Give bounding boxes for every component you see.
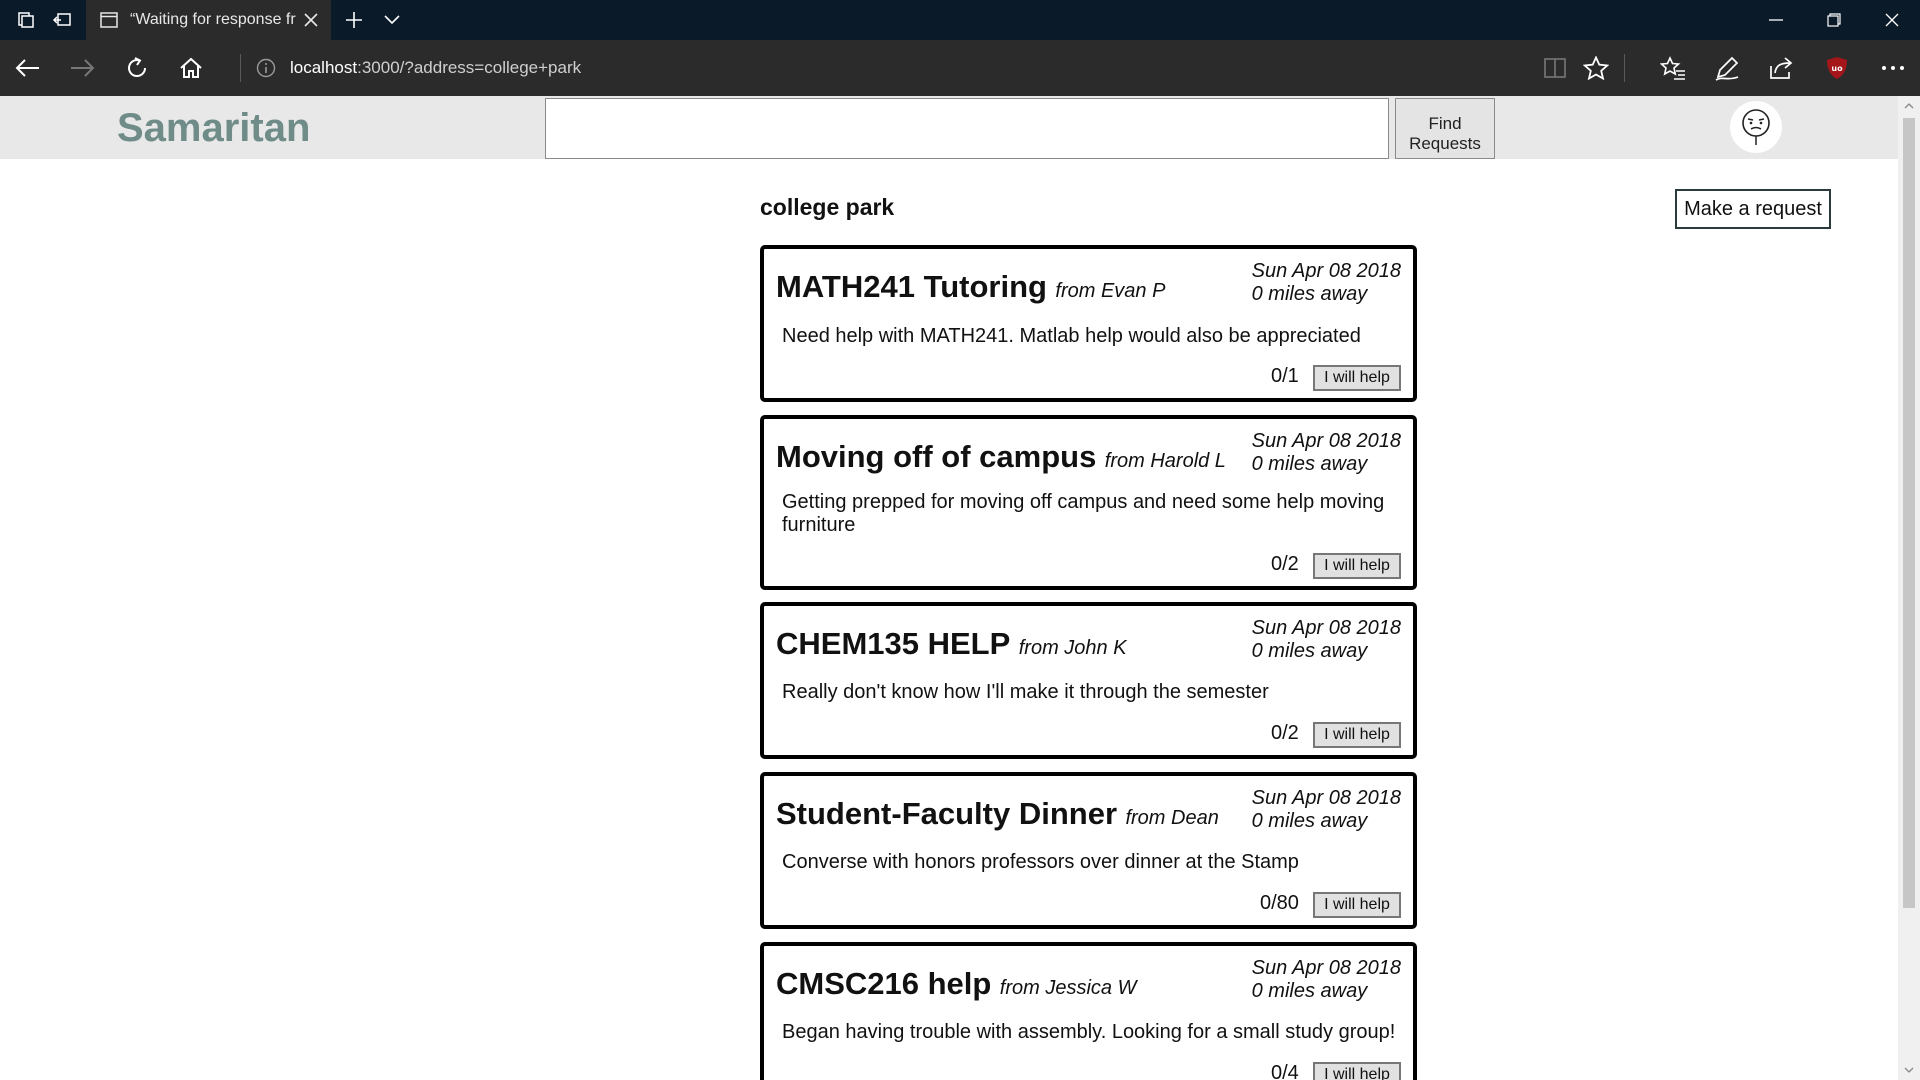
close-window-icon[interactable]: [1864, 0, 1920, 40]
close-tab-icon[interactable]: [301, 10, 321, 30]
request-card: CMSC216 help from Jessica W Sun Apr 08 2…: [760, 942, 1417, 1080]
request-meta: Sun Apr 08 2018 0 miles away: [1252, 617, 1401, 663]
address-url: localhost:3000/?address=college+park: [290, 58, 581, 78]
request-volunteer-count: 0/2: [1271, 722, 1299, 744]
site-info-icon[interactable]: [256, 58, 276, 78]
restore-icon[interactable]: [1806, 0, 1862, 40]
request-meta: Sun Apr 08 2018 0 miles away: [1252, 260, 1401, 306]
request-meta: Sun Apr 08 2018 0 miles away: [1252, 787, 1401, 833]
request-title-line: CMSC216 help from Jessica W: [776, 966, 1136, 1002]
set-aside-tabs-icon[interactable]: [44, 0, 80, 40]
browser-tab[interactable]: “Waiting for response fr: [86, 0, 331, 40]
i-will-help-button[interactable]: I will help: [1313, 722, 1401, 748]
avatar[interactable]: [1730, 101, 1782, 153]
request-author: from John K: [1018, 637, 1127, 659]
minimize-icon[interactable]: [1748, 0, 1804, 40]
i-will-help-button[interactable]: I will help: [1313, 553, 1401, 579]
request-title: Moving off of campus: [776, 439, 1097, 474]
scroll-down-arrow-icon[interactable]: [1898, 1060, 1920, 1080]
address-search-input[interactable]: [545, 98, 1389, 159]
request-date: Sun Apr 08 2018: [1251, 617, 1401, 639]
request-title-line: Student-Faculty Dinner from Dean: [776, 796, 1219, 832]
request-title: MATH241 Tutoring: [776, 269, 1047, 304]
request-volunteer-count: 0/2: [1271, 553, 1299, 575]
request-distance: 0 miles away: [1251, 980, 1368, 1002]
request-title-line: CHEM135 HELP from John K: [776, 626, 1127, 662]
page-scrollbar[interactable]: [1898, 96, 1920, 1080]
svg-text:uo: uo: [1831, 64, 1843, 73]
refresh-icon[interactable]: [110, 40, 164, 96]
request-description: Converse with honors professors over din…: [782, 851, 1299, 873]
page-icon: [100, 12, 118, 28]
request-description: Getting prepped for moving off campus an…: [782, 491, 1385, 536]
request-card: Moving off of campus from Harold L Sun A…: [760, 415, 1417, 590]
request-title-line: MATH241 Tutoring from Evan P: [776, 269, 1165, 305]
location-heading: college park: [760, 194, 895, 220]
favorite-star-icon[interactable]: [1569, 40, 1623, 96]
brand-logo[interactable]: Samaritan: [117, 106, 310, 151]
request-description: Need help with MATH241. Matlab help woul…: [782, 325, 1361, 347]
request-card: CHEM135 HELP from John K Sun Apr 08 2018…: [760, 602, 1417, 759]
home-icon[interactable]: [164, 40, 218, 96]
i-will-help-button[interactable]: I will help: [1313, 892, 1401, 918]
find-label-line2: Requests: [1409, 133, 1481, 153]
request-meta: Sun Apr 08 2018 0 miles away: [1252, 430, 1401, 476]
find-label-line1: Find: [1428, 113, 1462, 133]
request-date: Sun Apr 08 2018: [1251, 957, 1401, 979]
scroll-up-arrow-icon[interactable]: [1898, 96, 1920, 116]
request-author: from Jessica W: [999, 977, 1137, 999]
address-host: localhost: [290, 58, 358, 77]
share-icon[interactable]: [1754, 40, 1808, 96]
request-distance: 0 miles away: [1251, 283, 1368, 305]
i-will-help-button[interactable]: I will help: [1313, 1062, 1401, 1080]
request-meta: Sun Apr 08 2018 0 miles away: [1252, 957, 1401, 1003]
page-viewport: Samaritan Find Requests college park Make…: [0, 96, 1898, 1080]
request-distance: 0 miles away: [1251, 640, 1368, 662]
more-options-icon[interactable]: [1866, 40, 1920, 96]
ublock-extension-icon[interactable]: uo: [1810, 40, 1864, 96]
request-volunteer-count: 0/1: [1271, 365, 1299, 387]
request-title: Student-Faculty Dinner: [776, 796, 1118, 831]
forward-arrow-icon[interactable]: [56, 40, 110, 96]
request-distance: 0 miles away: [1251, 453, 1368, 475]
request-author: from Harold L: [1104, 450, 1226, 472]
web-note-pen-icon[interactable]: [1700, 40, 1754, 96]
toolbar-separator: [1624, 54, 1625, 82]
request-distance: 0 miles away: [1251, 810, 1368, 832]
request-volunteer-count: 0/80: [1260, 892, 1299, 914]
face-avatar-icon: [1742, 109, 1770, 145]
request-title-line: Moving off of campus from Harold L: [776, 439, 1226, 475]
address-path: :3000/?address=college+park: [357, 58, 582, 77]
request-description: Really don't know how I'll make it throu…: [782, 681, 1269, 703]
browser-titlebar: “Waiting for response fr: [0, 0, 1920, 40]
tab-title: “Waiting for response fr: [130, 11, 296, 28]
request-description: Began having trouble with assembly. Look…: [782, 1021, 1396, 1043]
address-separator: [240, 54, 241, 82]
make-request-button[interactable]: Make a request: [1675, 189, 1831, 229]
request-title: CHEM135 HELP: [776, 626, 1011, 661]
request-date: Sun Apr 08 2018: [1251, 430, 1401, 452]
app-header: Samaritan Find Requests: [0, 96, 1898, 159]
request-title: CMSC216 help: [776, 966, 992, 1001]
request-author: from Evan P: [1055, 280, 1166, 302]
address-bar[interactable]: localhost:3000/?address=college+park: [252, 48, 1512, 88]
request-volunteer-count: 0/4: [1271, 1062, 1299, 1080]
request-date: Sun Apr 08 2018: [1251, 260, 1401, 282]
new-tab-icon[interactable]: [336, 0, 372, 40]
request-author: from Dean: [1125, 807, 1219, 829]
tab-preview-chevron-down-icon[interactable]: [374, 0, 410, 40]
scrollbar-thumb[interactable]: [1903, 118, 1915, 908]
find-requests-button[interactable]: Find Requests: [1395, 98, 1495, 159]
tab-actions-icon[interactable]: [8, 0, 44, 40]
request-card: Student-Faculty Dinner from Dean Sun Apr…: [760, 772, 1417, 929]
favorites-list-icon[interactable]: [1646, 40, 1700, 96]
browser-navbar: localhost:3000/?address=college+park uo: [0, 40, 1920, 96]
request-date: Sun Apr 08 2018: [1251, 787, 1401, 809]
request-card: MATH241 Tutoring from Evan P Sun Apr 08 …: [760, 245, 1417, 402]
i-will-help-button[interactable]: I will help: [1313, 365, 1401, 391]
back-arrow-icon[interactable]: [0, 40, 54, 96]
